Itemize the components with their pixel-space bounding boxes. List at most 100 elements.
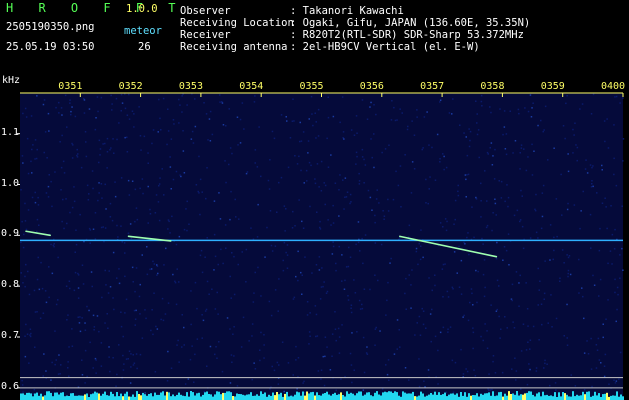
noise-speckle <box>399 108 401 110</box>
noise-speckle <box>251 323 254 325</box>
level-bar <box>304 395 306 400</box>
noise-speckle <box>522 323 525 325</box>
noise-speckle <box>531 107 533 109</box>
noise-speckle <box>519 220 521 223</box>
noise-speckle <box>192 142 195 144</box>
noise-speckle <box>287 362 290 364</box>
noise-speckle <box>306 180 308 182</box>
noise-speckle <box>297 250 299 253</box>
noise-speckle <box>451 286 454 289</box>
noise-speckle <box>60 107 63 109</box>
noise-speckle <box>434 274 436 276</box>
noise-speckle <box>122 335 124 338</box>
noise-speckle <box>106 313 108 315</box>
noise-speckle <box>159 117 161 120</box>
level-bar <box>546 394 548 400</box>
noise-speckle <box>125 358 128 360</box>
noise-speckle <box>460 259 463 262</box>
noise-speckle <box>465 196 467 198</box>
noise-speckle <box>111 103 113 105</box>
noise-speckle <box>277 310 279 312</box>
noise-speckle <box>460 348 462 351</box>
noise-speckle <box>559 280 561 282</box>
level-bar <box>386 392 388 400</box>
noise-speckle <box>615 380 618 382</box>
level-bar <box>502 396 504 400</box>
noise-speckle <box>568 255 571 257</box>
noise-speckle <box>37 204 40 206</box>
noise-speckle <box>77 272 79 275</box>
noise-speckle <box>576 159 578 162</box>
level-bar <box>212 396 214 400</box>
noise-speckle <box>70 113 72 116</box>
level-bar <box>226 391 228 400</box>
level-bar <box>100 395 102 400</box>
noise-speckle <box>105 284 107 286</box>
level-bar <box>516 391 518 400</box>
noise-speckle <box>334 328 337 330</box>
noise-speckle <box>196 307 198 310</box>
noise-speckle <box>301 274 303 276</box>
noise-speckle <box>581 103 584 105</box>
noise-speckle <box>480 94 483 97</box>
noise-speckle <box>428 188 430 190</box>
level-bar <box>392 392 394 400</box>
noise-speckle <box>33 388 36 391</box>
noise-speckle <box>139 283 141 286</box>
noise-speckle <box>615 184 618 187</box>
noise-speckle <box>158 98 160 101</box>
noise-speckle <box>338 336 341 338</box>
noise-speckle <box>146 273 149 276</box>
noise-speckle <box>60 166 63 169</box>
level-bar <box>154 392 156 400</box>
noise-speckle <box>326 346 328 348</box>
noise-speckle <box>566 344 569 346</box>
noise-speckle <box>398 329 400 331</box>
noise-speckle <box>91 285 93 288</box>
noise-speckle <box>190 323 192 326</box>
noise-speckle <box>371 209 373 211</box>
noise-speckle <box>173 123 175 125</box>
noise-speckle <box>420 229 422 231</box>
noise-speckle <box>442 296 444 298</box>
noise-speckle <box>33 289 36 292</box>
noise-speckle <box>477 129 480 131</box>
noise-speckle <box>222 124 225 126</box>
noise-speckle <box>428 144 430 146</box>
noise-speckle <box>229 275 231 278</box>
noise-speckle <box>88 108 91 110</box>
level-bar <box>60 392 62 400</box>
noise-speckle <box>363 371 366 374</box>
noise-speckle <box>309 312 311 314</box>
noise-speckle <box>231 252 233 254</box>
noise-speckle <box>78 322 81 324</box>
level-bar <box>182 395 184 400</box>
noise-speckle <box>50 243 52 246</box>
level-bar <box>528 391 530 400</box>
noise-speckle <box>269 159 271 161</box>
noise-speckle <box>362 389 365 391</box>
noise-speckle <box>38 288 41 291</box>
noise-speckle <box>181 111 183 113</box>
level-bar <box>430 393 432 400</box>
noise-speckle <box>117 236 119 238</box>
noise-speckle <box>583 317 585 320</box>
noise-speckle <box>120 225 122 227</box>
noise-speckle <box>156 328 159 330</box>
noise-speckle <box>310 164 312 167</box>
noise-speckle <box>394 119 397 122</box>
level-bar <box>394 391 396 400</box>
level-bar <box>144 394 146 400</box>
noise-speckle <box>446 220 448 223</box>
level-bar <box>70 393 72 400</box>
noise-speckle <box>331 333 334 335</box>
noise-speckle <box>595 344 598 346</box>
noise-speckle <box>190 290 192 292</box>
level-bar <box>372 396 374 400</box>
noise-speckle <box>20 189 22 191</box>
noise-speckle <box>155 194 158 196</box>
noise-speckle <box>149 208 151 211</box>
noise-speckle <box>304 392 306 394</box>
noise-speckle <box>178 281 180 283</box>
noise-speckle <box>79 330 82 333</box>
